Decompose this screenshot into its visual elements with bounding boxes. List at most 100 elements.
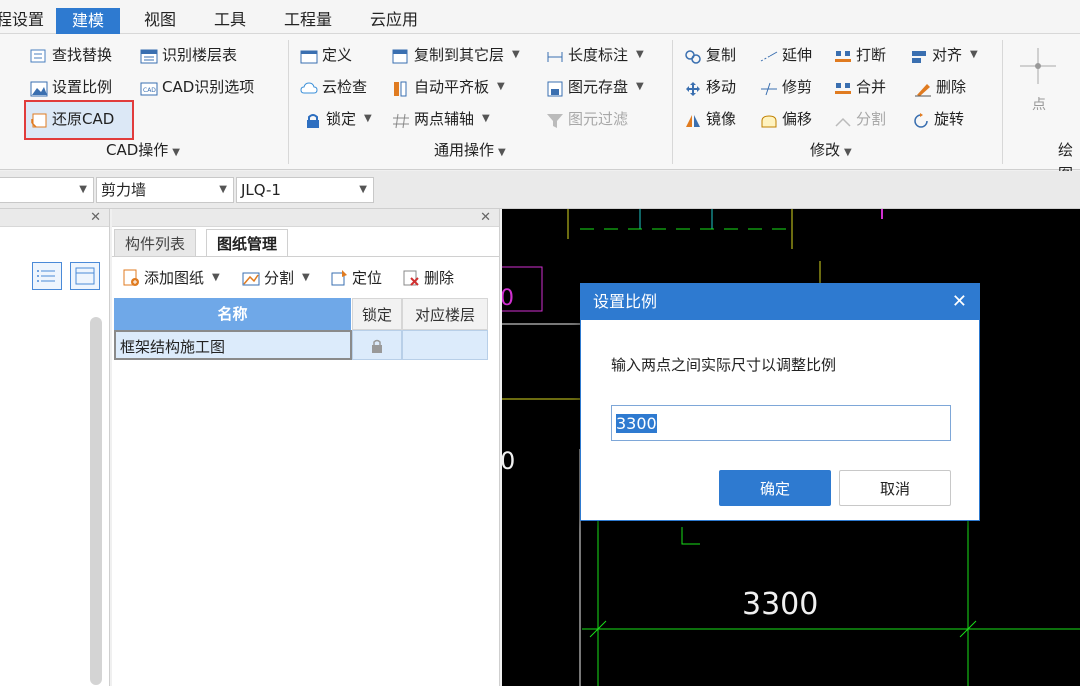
cad-operations-group[interactable]: CAD操作 ▼ (106, 138, 180, 162)
split-drawing-button[interactable]: 分割 ▼ (242, 265, 310, 291)
mirror-button[interactable]: 镜像 (684, 106, 736, 132)
trim-button[interactable]: 修剪 (760, 74, 812, 100)
mirror-icon (684, 111, 702, 127)
tab-tools[interactable]: 工具 (210, 6, 250, 34)
detail-view-button[interactable] (70, 262, 100, 290)
navigation-pane: ✕ (0, 209, 110, 686)
merge-button[interactable]: 合并 (834, 74, 886, 100)
tab-view[interactable]: 视图 (140, 6, 180, 34)
group-divider (288, 40, 289, 164)
set-scale-dialog: 设置比例 ✕ 输入两点之间实际尺寸以调整比例 确定 取消 (580, 283, 980, 521)
point-draw-button[interactable] (1018, 46, 1058, 86)
close-icon[interactable]: ✕ (480, 209, 491, 227)
ok-button[interactable]: 确定 (719, 470, 831, 506)
offset-button[interactable]: 偏移 (760, 106, 812, 132)
copy-floor-icon (392, 47, 410, 64)
drawing-management-pane: ✕ 构件列表 图纸管理 添加图纸 ▼ 分割 ▼ 定位 删除 名称 锁定 对应楼层 框… (112, 209, 500, 686)
identify-floor-table-button[interactable]: 识别楼层表 (140, 42, 237, 68)
tab-cloud-apps[interactable]: 云应用 (366, 6, 422, 34)
point-label: 点 (1032, 97, 1046, 113)
column-header-name[interactable]: 名称 (114, 298, 352, 330)
dialog-title-bar[interactable]: 设置比例 ✕ (581, 284, 979, 320)
lock-label: 锁定 (326, 110, 357, 128)
element-filter-label: 图元过滤 (568, 110, 629, 128)
component-select[interactable]: JLQ-1 ▼ (236, 177, 374, 203)
tab-project-settings[interactable]: 程设置 (0, 6, 48, 34)
auto-level-slab-button[interactable]: 自动平齐板 ▼ (392, 74, 505, 100)
modify-label: 修改 (810, 141, 841, 159)
split-drawing-label: 分割 (264, 269, 295, 287)
cancel-button[interactable]: 取消 (839, 470, 951, 506)
two-point-axis-button[interactable]: 两点辅轴 ▼ (392, 106, 490, 132)
copy-to-floor-button[interactable]: 复制到其它层 ▼ (392, 42, 520, 68)
column-header-floor[interactable]: 对应楼层 (402, 298, 488, 330)
chevron-down-icon: ▼ (359, 184, 367, 195)
tab-modeling[interactable]: 建模 (56, 8, 121, 34)
pane-header: ✕ (112, 209, 499, 227)
split-button[interactable]: 分割 (834, 106, 886, 132)
drawing-floor-cell[interactable] (402, 330, 488, 360)
tab-drawing-management[interactable]: 图纸管理 (206, 229, 289, 257)
merge-icon (834, 79, 852, 95)
modify-group[interactable]: 修改 ▼ (810, 138, 852, 162)
element-filter-button[interactable]: 图元过滤 (546, 106, 628, 132)
ribbon: 查找替换 识别楼层表 设置比例 CAD CAD识别选项 还原CAD CAD操作 ▼… (0, 34, 1080, 183)
close-icon[interactable]: ✕ (90, 209, 101, 227)
general-operations-group[interactable]: 通用操作 ▼ (434, 138, 506, 162)
tab-quantity[interactable]: 工程量 (280, 6, 336, 34)
break-button[interactable]: 打断 (834, 42, 886, 68)
chevron-down-icon: ▼ (498, 147, 506, 158)
locate-drawing-button[interactable]: 定位 (330, 265, 382, 291)
find-replace-button[interactable]: 查找替换 (30, 42, 112, 68)
identify-floor-table-label: 识别楼层表 (162, 46, 238, 64)
align-button[interactable]: 对齐 ▼ (910, 42, 978, 68)
cloud-check-label: 云检查 (322, 78, 368, 96)
close-icon[interactable]: ✕ (952, 284, 967, 320)
cloud-check-button[interactable]: 云检查 (300, 74, 367, 100)
chevron-down-icon: ▼ (219, 184, 227, 195)
tab-component-list[interactable]: 构件列表 (114, 229, 197, 257)
copy-button[interactable]: 复制 (684, 42, 736, 68)
column-header-lock[interactable]: 锁定 (352, 298, 402, 330)
offset-icon (760, 111, 778, 128)
define-label: 定义 (322, 46, 353, 64)
extend-icon (760, 47, 778, 63)
add-drawing-button[interactable]: 添加图纸 ▼ (122, 265, 220, 291)
chevron-down-icon: ▼ (970, 49, 978, 60)
dialog-message: 输入两点之间实际尺寸以调整比例 (611, 356, 837, 374)
cad-identify-options-button[interactable]: CAD CAD识别选项 (140, 74, 254, 100)
rotate-button[interactable]: 旋转 (912, 106, 964, 132)
extend-label: 延伸 (782, 46, 813, 64)
cad-line (681, 527, 700, 545)
drawing-lock-cell[interactable] (352, 330, 402, 360)
split-drawing-icon (242, 269, 260, 287)
set-scale-button[interactable]: 设置比例 (30, 74, 112, 100)
delete-drawing-button[interactable]: 删除 (402, 265, 454, 291)
define-button[interactable]: 定义 (300, 42, 352, 68)
floor-select[interactable]: ▼ (0, 177, 94, 203)
lock-icon (304, 111, 322, 128)
drawing-name-cell[interactable]: 框架结构施工图 (114, 330, 352, 360)
chevron-down-icon: ▼ (844, 147, 852, 158)
cad-options-icon: CAD (140, 79, 158, 96)
move-button[interactable]: 移动 (684, 74, 736, 100)
scrollbar[interactable] (90, 317, 102, 685)
length-dimension-button[interactable]: 长度标注 ▼ (546, 42, 644, 68)
element-save-button[interactable]: 图元存盘 ▼ (546, 74, 644, 100)
cloud-icon (300, 79, 318, 95)
extend-button[interactable]: 延伸 (760, 42, 812, 68)
cad-text: 0 (502, 447, 515, 475)
cad-operations-label: CAD操作 (106, 141, 169, 159)
cad-identify-options-label: CAD识别选项 (162, 78, 255, 96)
list-view-button[interactable] (32, 262, 62, 290)
scale-dimension-input[interactable] (611, 405, 951, 441)
rotate-icon (912, 111, 930, 128)
scale-icon (30, 79, 48, 97)
lock-button[interactable]: 锁定 ▼ (304, 106, 372, 132)
delete-button[interactable]: 删除 (914, 74, 966, 100)
restore-cad-button[interactable]: 还原CAD (30, 106, 114, 132)
rotate-label: 旋转 (934, 110, 965, 128)
component-type-select[interactable]: 剪力墙 ▼ (96, 177, 234, 203)
restore-cad-label: 还原CAD (52, 110, 115, 128)
delete-drawing-icon (402, 269, 420, 287)
